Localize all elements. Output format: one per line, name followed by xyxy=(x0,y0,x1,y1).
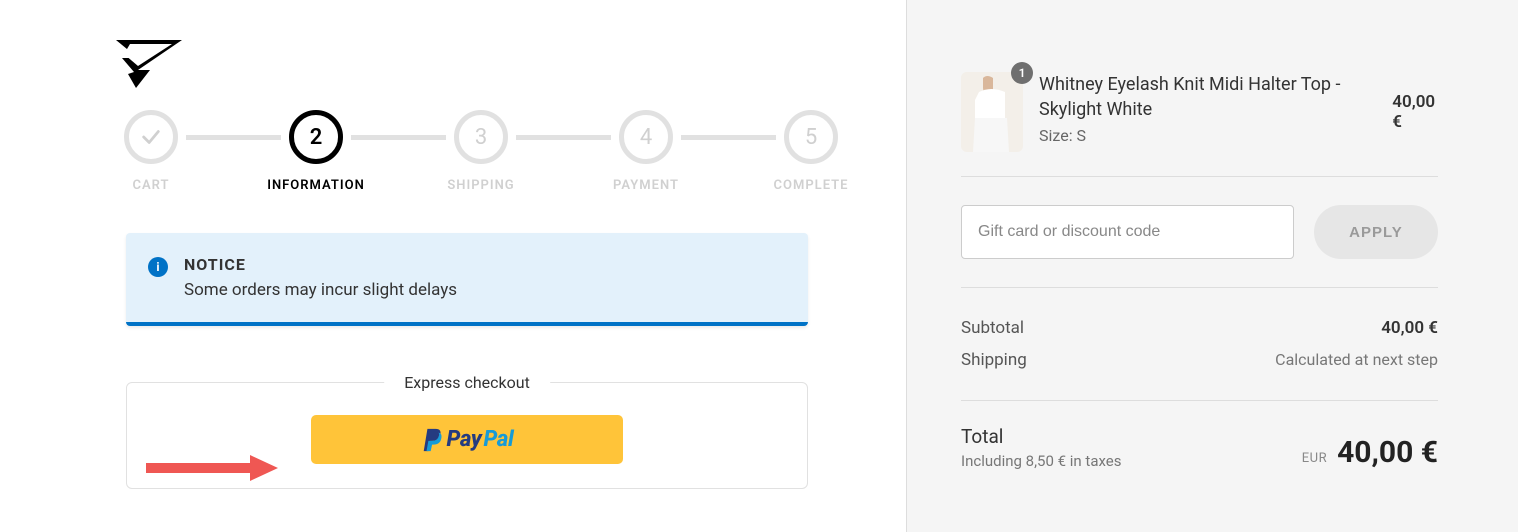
summary-section: Subtotal 40,00 € Shipping Calculated at … xyxy=(961,288,1438,401)
express-legend: Express checkout xyxy=(384,373,550,392)
product-thumbnail xyxy=(961,72,1023,152)
step-connector xyxy=(351,135,446,140)
step-complete[interactable]: 5 COMPLETE xyxy=(776,110,846,193)
total-currency: EUR xyxy=(1302,451,1327,466)
step-number: 2 xyxy=(289,110,343,164)
total-amount: 40,00 € xyxy=(1337,435,1438,470)
step-payment[interactable]: 4 PAYMENT xyxy=(611,110,681,193)
step-connector xyxy=(516,135,611,140)
product-price: 40,00 € xyxy=(1392,92,1438,132)
total-row: Total Including 8,50 € in taxes EUR 40,0… xyxy=(961,401,1438,470)
step-number: 3 xyxy=(454,110,508,164)
step-label: PAYMENT xyxy=(613,178,679,193)
step-shipping[interactable]: 3 SHIPPING xyxy=(446,110,516,193)
notice-body: Some orders may incur slight delays xyxy=(184,280,457,300)
discount-input[interactable] xyxy=(961,205,1294,259)
info-icon: i xyxy=(148,257,168,277)
product-option: Size: S xyxy=(1039,126,1376,145)
checkout-stepper: CART 2 INFORMATION 3 SHIPPING 4 PAYMENT … xyxy=(116,110,846,193)
step-number: 5 xyxy=(784,110,838,164)
brand-logo xyxy=(116,40,846,94)
quantity-badge: 1 xyxy=(1011,62,1033,84)
step-cart[interactable]: CART xyxy=(116,110,186,193)
cart-item: 1 Whitney Eyelash Knit Midi Halter Top -… xyxy=(961,72,1438,177)
shipping-value: Calculated at next step xyxy=(1275,350,1438,370)
notice-banner: i NOTICE Some orders may incur slight de… xyxy=(126,233,808,326)
step-connector xyxy=(681,135,776,140)
total-label: Total xyxy=(961,425,1122,448)
product-title: Whitney Eyelash Knit Midi Halter Top - S… xyxy=(1039,72,1376,122)
step-number: 4 xyxy=(619,110,673,164)
step-label: COMPLETE xyxy=(774,178,849,193)
step-label: INFORMATION xyxy=(267,178,365,193)
paypal-button[interactable]: PayPal xyxy=(311,415,623,464)
step-connector xyxy=(186,135,281,140)
step-label: CART xyxy=(132,178,169,193)
step-information[interactable]: 2 INFORMATION xyxy=(281,110,351,193)
subtotal-value: 40,00 € xyxy=(1381,318,1438,338)
step-label: SHIPPING xyxy=(447,178,514,193)
promo-row: APPLY xyxy=(961,177,1438,288)
check-icon xyxy=(140,126,162,148)
paypal-pay-text: Pay xyxy=(447,427,482,452)
subtotal-label: Subtotal xyxy=(961,318,1024,338)
order-summary-sidebar: 1 Whitney Eyelash Knit Midi Halter Top -… xyxy=(907,0,1518,532)
apply-button[interactable]: APPLY xyxy=(1314,205,1438,259)
express-checkout-section: Express checkout PayPal xyxy=(126,382,808,489)
paypal-pal-text: Pal xyxy=(483,427,513,452)
shipping-label: Shipping xyxy=(961,350,1027,370)
paypal-icon xyxy=(421,427,445,453)
tax-note: Including 8,50 € in taxes xyxy=(961,452,1122,470)
notice-title: NOTICE xyxy=(184,255,457,274)
